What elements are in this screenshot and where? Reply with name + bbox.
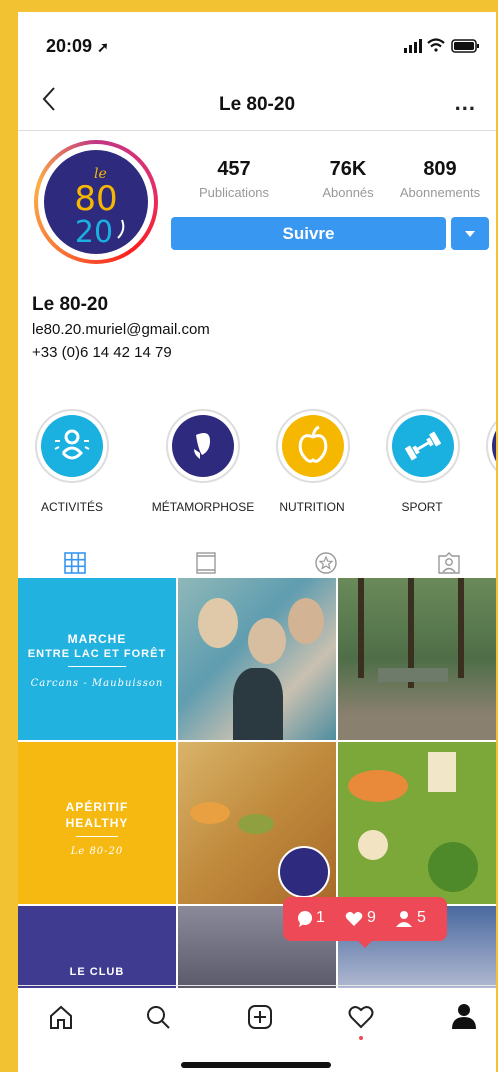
tab-tagged[interactable] [438, 552, 460, 579]
activity-pointer [356, 939, 374, 948]
nav-divider [18, 130, 496, 131]
butterfly-icon [194, 433, 210, 459]
heart-outline-icon [348, 1006, 374, 1029]
apple-icon [298, 425, 328, 463]
svg-text:20: 20 [75, 215, 113, 250]
person-icon [396, 911, 412, 927]
profile-icon [452, 1004, 476, 1029]
post-thumbnail[interactable]: LE CLUB [18, 906, 176, 988]
stat-value: 457 [217, 158, 251, 180]
tab-search[interactable] [145, 1004, 171, 1035]
star-icon [315, 552, 337, 574]
profile-name: Le 80-20 [32, 294, 109, 315]
logo-80-20: le 80 20 [74, 166, 125, 250]
post-thumbnail[interactable]: APÉRITIF HEALTHY Le 80-20 [18, 742, 176, 904]
highlight-sport[interactable] [386, 409, 460, 483]
page-title: Le 80-20 [218, 94, 296, 115]
post-thumbnail[interactable] [338, 578, 496, 740]
tab-new-post[interactable] [247, 1004, 273, 1035]
tab-activity[interactable] [348, 1004, 374, 1040]
add-post-icon [248, 1005, 272, 1029]
svg-text:80: 80 [74, 179, 117, 219]
like-count: 9 [367, 909, 376, 926]
highlight-nutrition[interactable] [276, 409, 350, 483]
stat-label: Abonnés [322, 185, 374, 200]
profile-email[interactable]: le80.20.muriel@gmail.com [32, 321, 210, 338]
status-icons [402, 37, 482, 60]
tabbar-divider [18, 985, 496, 986]
highlight-more[interactable] [486, 409, 496, 483]
post-title: MARCHE [67, 632, 127, 646]
stat-label: Publications [198, 185, 270, 200]
tab-profile[interactable] [450, 1002, 478, 1035]
activity-figure-icon [54, 429, 90, 460]
comment-icon [298, 911, 312, 927]
highlight-label: SPORT [401, 500, 443, 514]
highlight-label: NUTRITION [279, 500, 345, 514]
follow-count: 5 [417, 909, 426, 926]
follow-button[interactable]: Suivre [171, 217, 446, 250]
status-time: 20:09 ➚ [46, 36, 109, 56]
signal-icon [404, 39, 422, 53]
suggestions-dropdown-button[interactable] [451, 217, 489, 250]
stat-value: 809 [423, 158, 457, 180]
battery-icon [451, 39, 479, 53]
heart-icon [345, 912, 363, 926]
profile-phone[interactable]: +33 (0)6 14 42 14 79 [32, 344, 172, 361]
more-options-button[interactable]: ... [455, 90, 476, 116]
notification-dot [359, 1036, 363, 1040]
stat-value: 76K [329, 158, 367, 180]
post-title: ENTRE LAC ET FORÊT [27, 648, 167, 660]
post-subtitle: Carcans - Maubuisson [30, 678, 164, 689]
post-title: HEALTHY [65, 816, 129, 830]
tab-feed[interactable] [195, 552, 217, 579]
highlight-label: MÉTAMORPHOSE [151, 500, 255, 514]
stat-followers[interactable]: 76K Abonnés [298, 158, 398, 200]
activity-notification[interactable]: 1 9 5 [283, 897, 447, 941]
home-icon [50, 1005, 72, 1029]
phone-screen: 20:09 ➚ Le 80-20 ... le 80 20 457 Public… [18, 12, 496, 1072]
feed-icon [196, 552, 216, 574]
tab-guides[interactable] [315, 552, 337, 579]
stat-publications[interactable]: 457 Publications [184, 158, 284, 200]
post-title: APÉRITIF [65, 800, 129, 814]
post-thumbnail[interactable] [178, 742, 336, 904]
post-thumbnail[interactable] [178, 578, 336, 740]
grid-icon [64, 552, 86, 574]
post-subtitle: Le 80-20 [70, 846, 124, 857]
tab-grid[interactable] [64, 552, 86, 579]
wifi-icon [427, 38, 445, 52]
post-thumbnail[interactable]: MARCHE ENTRE LAC ET FORÊT Carcans - Maub… [18, 578, 176, 740]
dumbbell-icon [404, 431, 442, 461]
post-thumbnail[interactable] [338, 742, 496, 904]
home-indicator[interactable] [181, 1062, 331, 1068]
highlight-label: ACTIVITÉS [40, 500, 103, 514]
tagged-person-icon [438, 552, 460, 574]
highlight-activites[interactable] [35, 409, 109, 483]
search-icon [147, 1006, 170, 1029]
highlight-metamorphose[interactable] [166, 409, 240, 483]
stat-following[interactable]: 809 Abonnements [390, 158, 490, 200]
profile-avatar[interactable]: le 80 20 [34, 140, 158, 264]
tab-home[interactable] [48, 1004, 74, 1035]
post-title: LE CLUB [69, 966, 125, 978]
caret-down-icon [465, 231, 475, 237]
stat-label: Abonnements [399, 185, 481, 200]
comment-count: 1 [316, 909, 325, 926]
